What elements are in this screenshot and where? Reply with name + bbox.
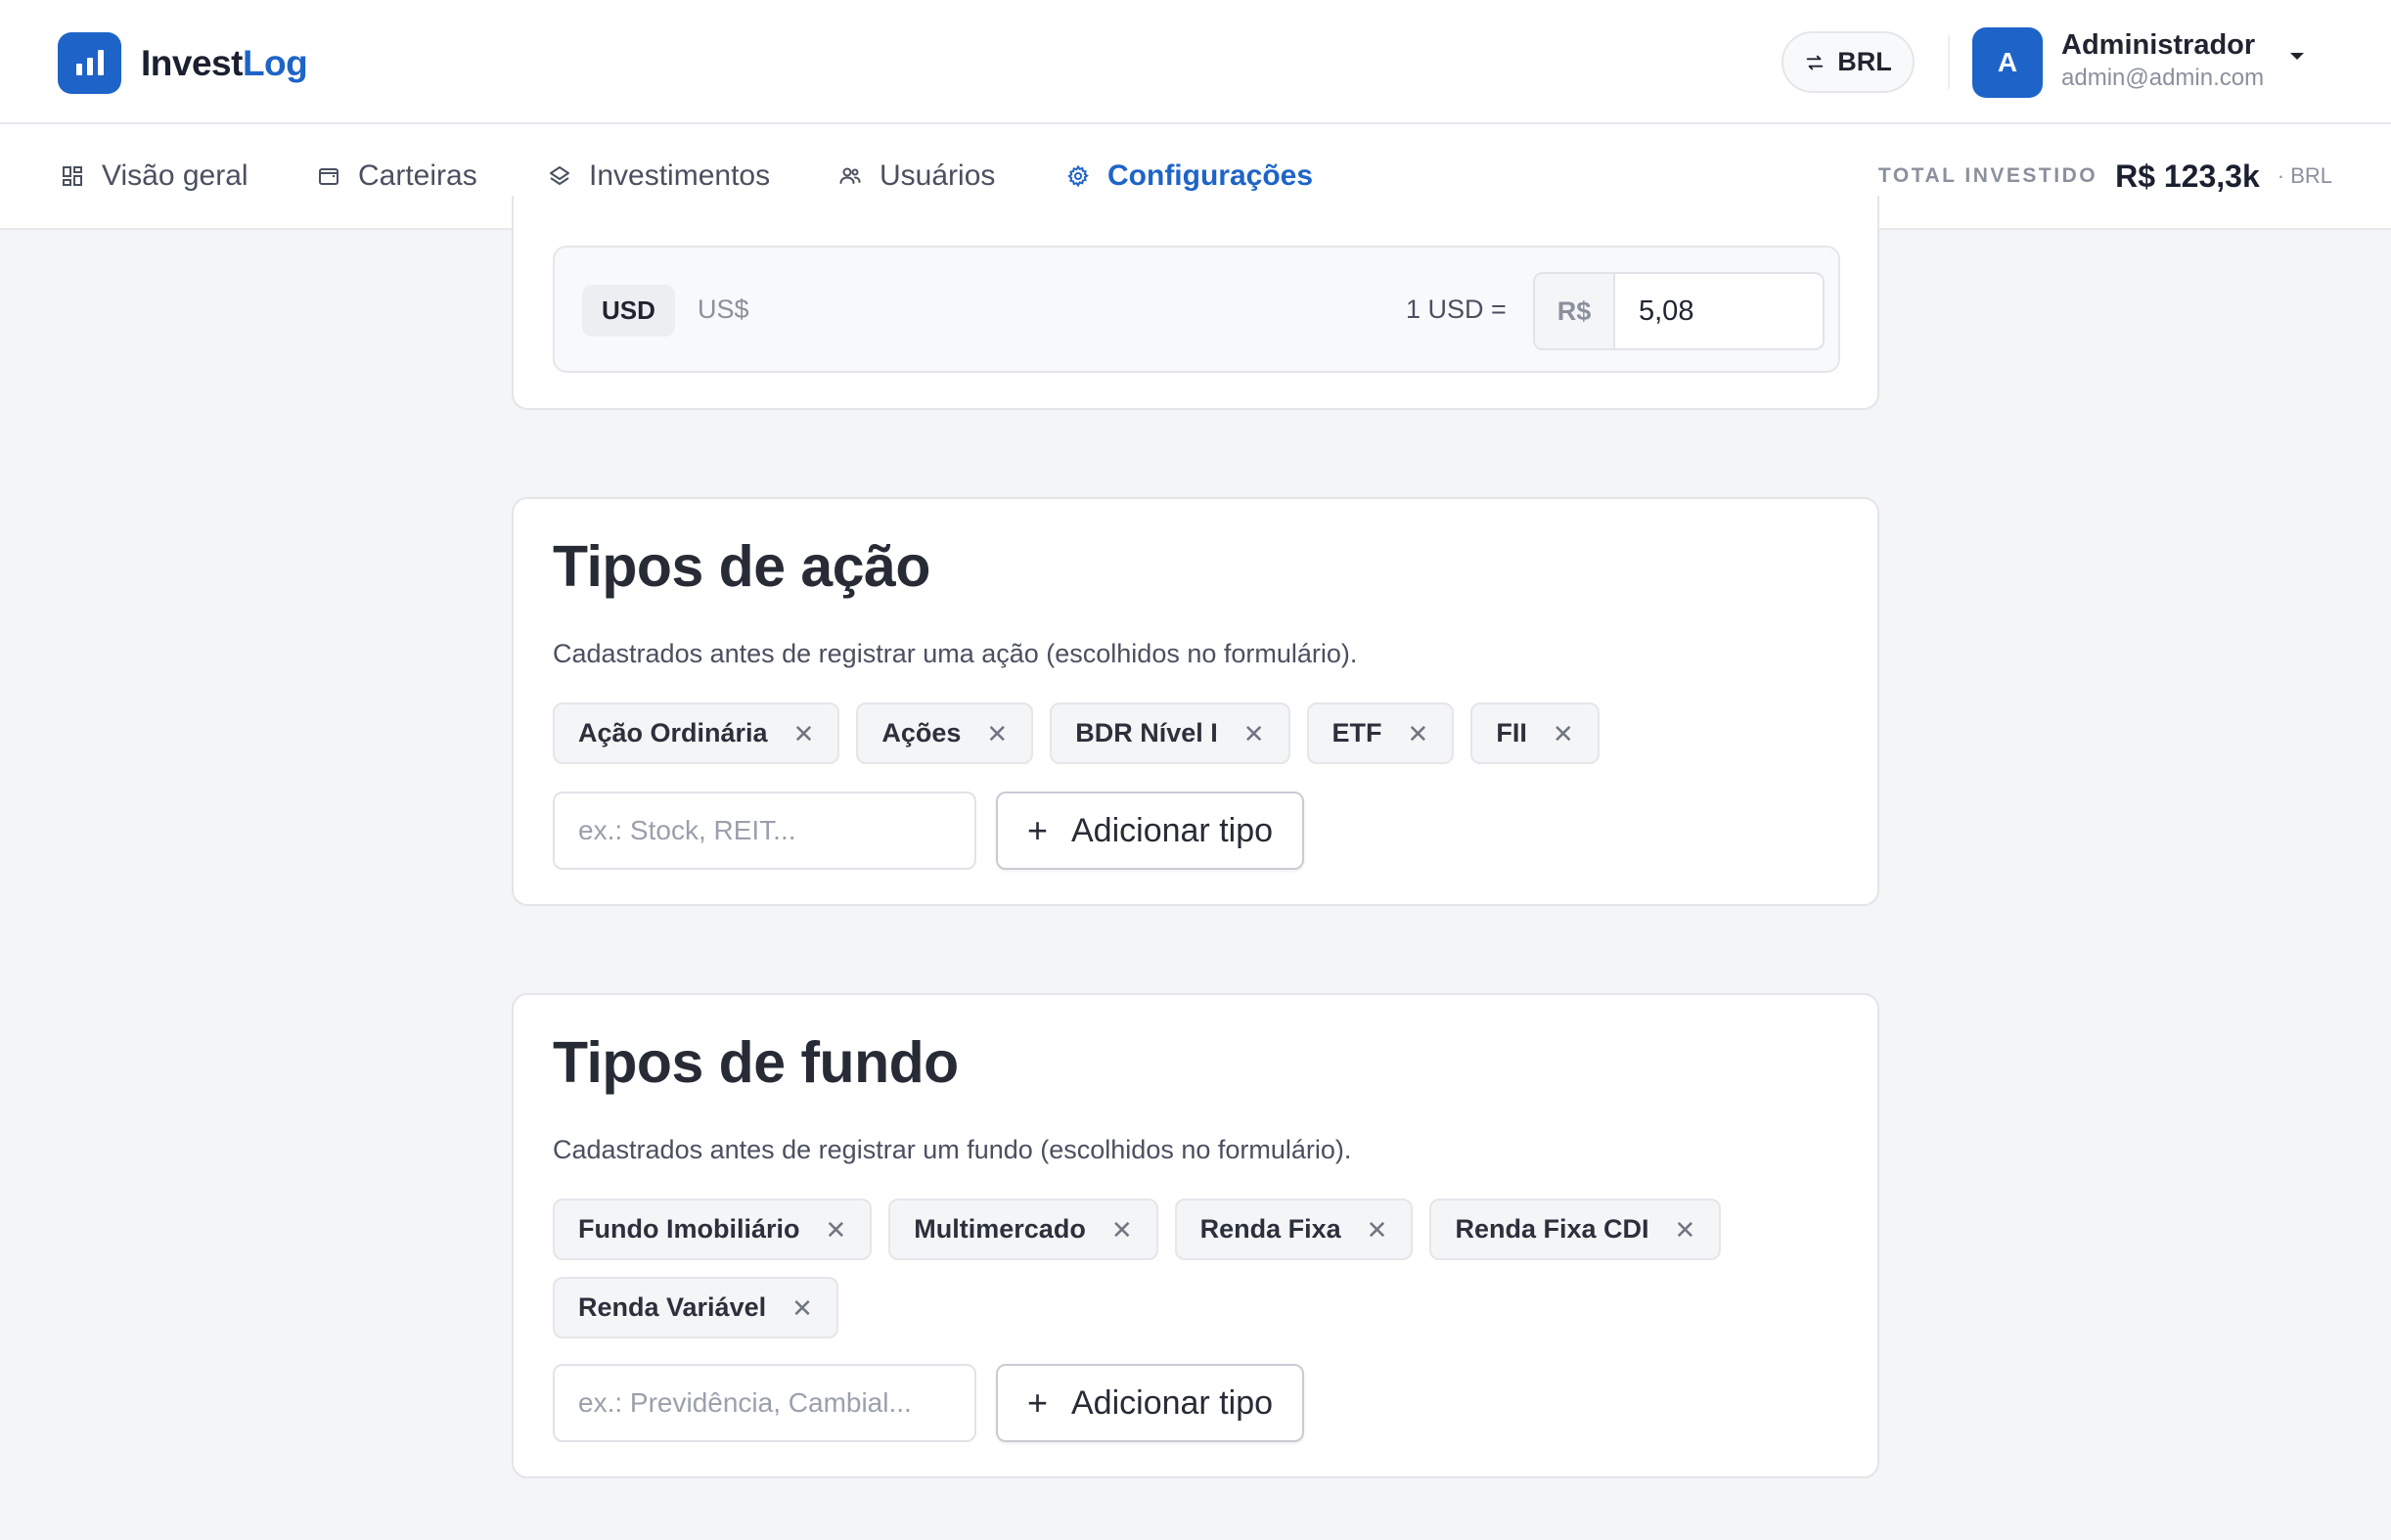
type-chip: Renda Fixa ✕: [1174, 1199, 1414, 1260]
type-chip: Ações ✕: [856, 702, 1034, 764]
type-chip: Multimercado ✕: [888, 1199, 1158, 1260]
type-chip: ETF ✕: [1306, 702, 1455, 764]
layers-icon: [550, 166, 569, 185]
tab-overview[interactable]: Visão geral: [61, 124, 248, 228]
type-chip: Renda Fixa CDI ✕: [1429, 1199, 1722, 1260]
type-chip-label: Fundo Imobiliário: [578, 1214, 800, 1244]
tab-overview-label: Visão geral: [102, 159, 248, 192]
type-chip: BDR Nível I ✕: [1050, 702, 1290, 764]
stock-type-input[interactable]: [553, 792, 976, 870]
exchange-rate-card: USD US$ 1 USD = R$ 5,08: [512, 196, 1879, 410]
close-icon[interactable]: ✕: [793, 721, 815, 747]
type-chip: FII ✕: [1470, 702, 1600, 764]
total-invested-currency: · BRL: [2277, 163, 2332, 188]
tab-users-label: Usuários: [880, 159, 996, 192]
type-chip-label: Multimercado: [914, 1214, 1086, 1244]
tab-settings-label: Configurações: [1107, 159, 1314, 192]
stock-type-add-row: + Adicionar tipo: [553, 792, 1304, 870]
type-chip-label: Renda Fixa CDI: [1455, 1214, 1649, 1244]
close-icon[interactable]: ✕: [1367, 1217, 1388, 1243]
add-fund-type-button[interactable]: + Adicionar tipo: [996, 1364, 1304, 1442]
wallet-icon: [319, 168, 338, 185]
rate-equation: 1 USD =: [1406, 294, 1507, 324]
close-icon[interactable]: ✕: [791, 1295, 813, 1321]
rate-value[interactable]: 5,08: [1615, 274, 1693, 348]
plus-icon: +: [1026, 810, 1048, 850]
type-chip: Fundo Imobiliário ✕: [553, 1199, 873, 1260]
user-name[interactable]: Administrador: [2061, 29, 2255, 62]
users-icon: [839, 167, 861, 184]
brand[interactable]: InvestLog: [58, 32, 308, 94]
close-icon[interactable]: ✕: [986, 721, 1008, 747]
type-chip-label: Ação Ordinária: [578, 718, 768, 747]
type-chip-label: FII: [1496, 718, 1527, 747]
currency-switch-button[interactable]: BRL: [1782, 31, 1915, 93]
add-stock-type-button[interactable]: + Adicionar tipo: [996, 792, 1304, 870]
total-invested-label: TOTAL INVESTIDO: [1877, 164, 2098, 187]
type-chip-label: Renda Fixa: [1199, 1214, 1341, 1244]
currency-label: BRL: [1837, 47, 1892, 76]
stock-types-description: Cadastrados antes de registrar uma ação …: [553, 639, 1358, 668]
rate-prefix: R$: [1535, 274, 1615, 348]
fund-types-chip-list: Fundo Imobiliário ✕ Multimercado ✕ Renda…: [553, 1199, 1834, 1338]
add-stock-type-label: Adicionar tipo: [1071, 811, 1274, 849]
fund-type-input[interactable]: [553, 1364, 976, 1442]
swap-icon: [1807, 55, 1824, 69]
gear-icon: [1067, 164, 1089, 188]
type-chip: Ação Ordinária ✕: [553, 702, 840, 764]
fund-types-card: Tipos de fundo Cadastrados antes de regi…: [512, 993, 1879, 1478]
type-chip-label: Ações: [881, 718, 962, 747]
dashboard-grid-icon: [63, 166, 82, 186]
currency-symbol: US$: [698, 294, 749, 324]
bar-chart-logo-icon: [58, 32, 121, 94]
close-icon[interactable]: ✕: [1111, 1217, 1133, 1243]
type-chip-label: ETF: [1331, 718, 1382, 747]
exchange-rate-row: USD US$ 1 USD = R$ 5,08: [553, 246, 1840, 373]
close-icon[interactable]: ✕: [825, 1217, 846, 1243]
type-chip-label: Renda Variável: [578, 1292, 767, 1322]
total-invested: TOTAL INVESTIDO R$ 123,3k · BRL: [1878, 124, 2332, 228]
fund-type-add-row: + Adicionar tipo: [553, 1364, 1304, 1442]
tab-investments-label: Investimentos: [589, 159, 771, 192]
plus-icon: +: [1026, 1382, 1048, 1423]
add-fund-type-label: Adicionar tipo: [1071, 1383, 1274, 1422]
type-chip-label: BDR Nível I: [1075, 718, 1218, 747]
tab-wallets-label: Carteiras: [358, 159, 477, 192]
fund-types-description: Cadastrados antes de registrar um fundo …: [553, 1135, 1352, 1164]
close-icon[interactable]: ✕: [1408, 721, 1429, 747]
header-divider: [1948, 35, 1950, 89]
close-icon[interactable]: ✕: [1675, 1217, 1696, 1243]
close-icon[interactable]: ✕: [1243, 721, 1265, 747]
type-chip: Renda Variável ✕: [553, 1277, 838, 1338]
currency-code-badge: USD: [582, 285, 675, 337]
close-icon[interactable]: ✕: [1553, 721, 1574, 747]
top-header: InvestLog BRL A Administrador admin@admi…: [0, 0, 2391, 124]
stock-types-chip-list: Ação Ordinária ✕ Ações ✕ BDR Nível I ✕ E…: [553, 702, 1834, 764]
tab-wallets[interactable]: Carteiras: [317, 124, 477, 228]
user-email: admin@admin.com: [2061, 65, 2265, 91]
avatar[interactable]: A: [1972, 27, 2043, 98]
chevron-down-icon[interactable]: [2290, 53, 2304, 60]
total-invested-value: R$ 123,3k: [2115, 158, 2260, 194]
stock-types-title: Tipos de ação: [553, 534, 930, 599]
brand-name: InvestLog: [141, 42, 308, 83]
fund-types-title: Tipos de fundo: [553, 1030, 959, 1095]
stock-types-card: Tipos de ação Cadastrados antes de regis…: [512, 497, 1879, 906]
exchange-rate-field[interactable]: R$ 5,08: [1533, 272, 1825, 350]
